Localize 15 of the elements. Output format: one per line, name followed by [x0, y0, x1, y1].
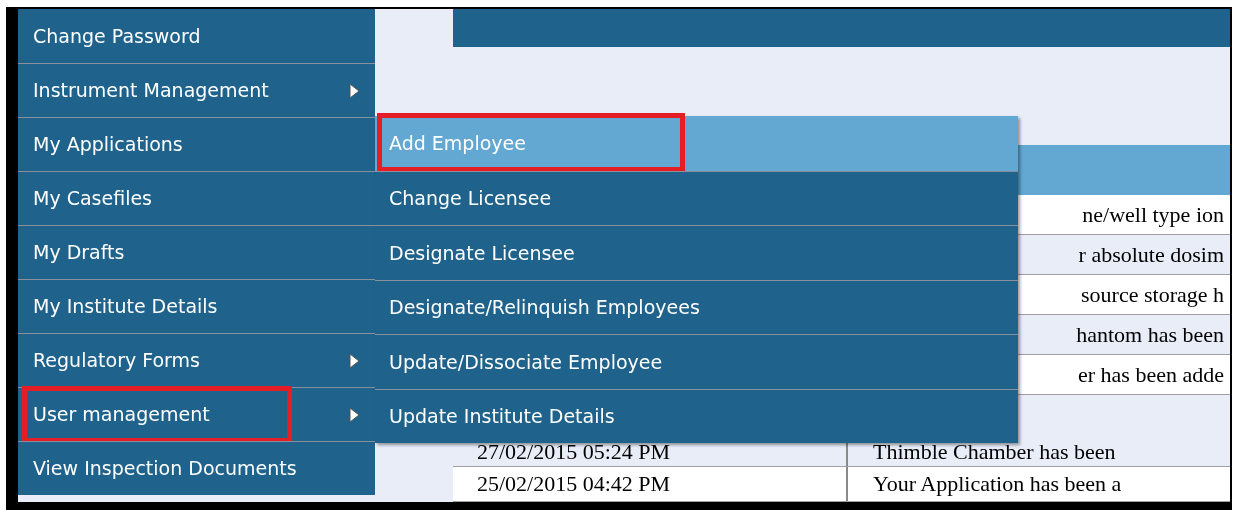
table-cell: 25/02/2015 04:42 PM	[477, 472, 671, 496]
table-cell: 27/02/2015 05:24 PM	[477, 440, 671, 464]
table-cell: Thimble Chamber has been	[873, 440, 1116, 464]
table-cell: source storage h	[1081, 282, 1224, 307]
submenu-item[interactable]: Update/Dissociate Employee	[375, 334, 1018, 389]
table-cell: hantom has been	[1076, 322, 1224, 347]
table-cell: r absolute dosim	[1078, 242, 1224, 267]
table-cell: Your Application has been a	[873, 472, 1122, 496]
submenu-item[interactable]: Designate Licensee	[375, 225, 1018, 280]
submenu-item[interactable]: Designate/Relinquish Employees	[375, 279, 1018, 334]
submenu-item[interactable]: Change Licensee	[375, 170, 1018, 225]
table-cell: ne/well type ion	[1082, 202, 1224, 227]
table-cell: er has been adde	[1078, 362, 1224, 387]
menu-item[interactable]: User management	[18, 387, 375, 441]
submenu-item[interactable]: Update Institute Details	[375, 388, 1018, 443]
